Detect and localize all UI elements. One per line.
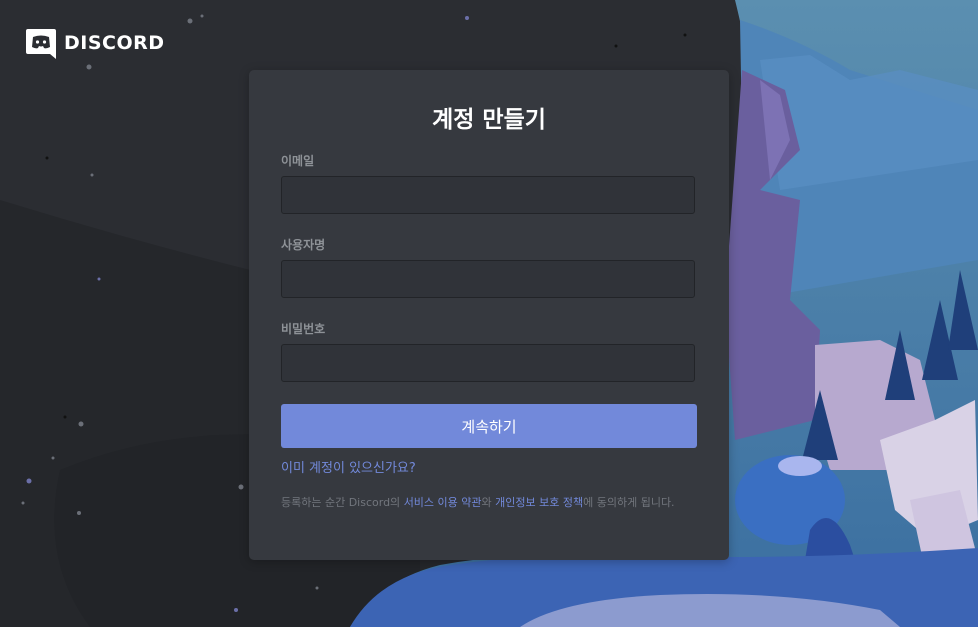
login-link[interactable]: 이미 계정이 있으신가요? xyxy=(281,457,416,476)
register-card: 계정 만들기 이메일 사용자명 비밀번호 계속하기 이미 계정이 있으신가요? … xyxy=(249,70,729,560)
terms-middle: 와 xyxy=(481,496,496,509)
terms-prefix: 등록하는 순간 Discord의 xyxy=(281,496,404,509)
terms-notice: 등록하는 순간 Discord의 서비스 이용 약관와 개인정보 보호 정책에 … xyxy=(281,495,699,510)
terms-of-service-link[interactable]: 서비스 이용 약관 xyxy=(404,496,482,509)
page-title: 계정 만들기 xyxy=(432,107,546,133)
discord-logo[interactable]: DISCORD xyxy=(24,26,165,60)
discord-logo-icon xyxy=(26,29,56,59)
email-label: 이메일 xyxy=(281,154,315,168)
password-label: 비밀번호 xyxy=(281,322,326,336)
username-label: 사용자명 xyxy=(281,238,326,252)
discord-wordmark: DISCORD xyxy=(64,32,165,54)
email-field[interactable] xyxy=(281,176,695,214)
username-field[interactable] xyxy=(281,260,695,298)
password-field[interactable] xyxy=(281,344,695,382)
register-page: DISCORD 계정 만들기 이메일 사용자명 비밀번호 계속하기 이미 계정이… xyxy=(0,0,978,627)
privacy-policy-link[interactable]: 개인정보 보호 정책 xyxy=(495,496,583,509)
terms-suffix: 에 동의하게 됩니다. xyxy=(583,496,675,509)
continue-button[interactable]: 계속하기 xyxy=(281,404,697,448)
